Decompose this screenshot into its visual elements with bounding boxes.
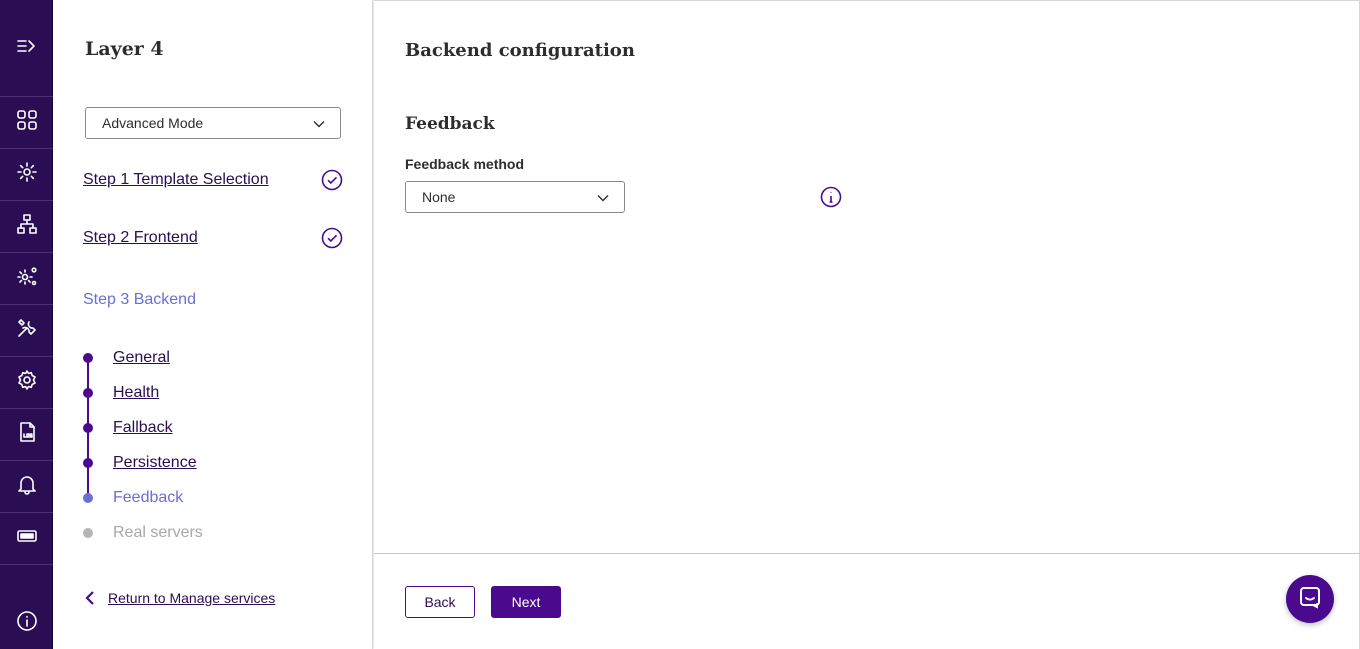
substep-real-servers: Real servers: [83, 523, 203, 543]
dashboard-grid-icon: [16, 109, 38, 136]
return-link-label: Return to Manage services: [108, 590, 276, 606]
substep-persistence[interactable]: Persistence: [83, 453, 197, 473]
step-current-backend: Step 3 Backend: [83, 291, 196, 308]
return-to-manage-services-link[interactable]: Return to Manage services: [83, 590, 275, 606]
system-gears-icon: [16, 265, 38, 292]
icon-rail: [0, 0, 53, 649]
feedback-method-label: Feedback method: [405, 156, 525, 172]
substep-label: General: [113, 349, 170, 366]
info-icon[interactable]: [820, 186, 842, 208]
main-content: Backend configuration Feedback Feedback …: [374, 0, 1360, 649]
expand-menu-button[interactable]: [0, 0, 53, 97]
feedback-method-select[interactable]: None: [405, 181, 625, 213]
substep-dot: [83, 528, 93, 538]
substep-dot: [83, 423, 93, 433]
section-title: Feedback: [405, 114, 495, 134]
rail-notifications-button[interactable]: [0, 461, 53, 513]
rail-system-button[interactable]: [0, 253, 53, 305]
rail-dashboard-button[interactable]: [0, 97, 53, 149]
step-completed-check-icon: [321, 227, 343, 249]
info-icon: [16, 610, 38, 637]
substep-dot: [83, 353, 93, 363]
back-button[interactable]: Back: [405, 586, 475, 618]
settings-gear-icon: [16, 369, 38, 396]
ticket-icon: [16, 525, 38, 552]
chevron-left-icon: [85, 591, 94, 605]
substep-label: Fallback: [113, 419, 173, 436]
log-file-icon: [16, 421, 38, 448]
expand-menu-icon: [16, 35, 38, 62]
substep-health[interactable]: Health: [83, 383, 159, 403]
substep-label: Feedback: [113, 489, 184, 506]
next-button[interactable]: Next: [491, 586, 561, 618]
rail-logs-button[interactable]: [0, 409, 53, 461]
rail-network-button[interactable]: [0, 201, 53, 253]
rail-services-button[interactable]: [0, 149, 53, 201]
chevron-down-icon: [597, 195, 609, 202]
mode-select[interactable]: Advanced Mode: [85, 107, 341, 139]
notifications-bell-icon: [16, 473, 38, 500]
page-title: Backend configuration: [405, 40, 635, 61]
step-link-frontend[interactable]: Step 2 Frontend: [83, 229, 198, 247]
substep-fallback[interactable]: Fallback: [83, 418, 173, 438]
rail-info-button[interactable]: [0, 597, 53, 649]
wizard-title: Layer 4: [85, 38, 164, 60]
tools-icon: [16, 317, 38, 344]
services-gear-icon: [16, 161, 38, 188]
wizard-steps-panel: Layer 4 Advanced Mode Step 1 Template Se…: [53, 0, 373, 649]
step-link-template-selection[interactable]: Step 1 Template Selection: [83, 171, 269, 189]
substep-label: Persistence: [113, 454, 197, 471]
rail-settings-button[interactable]: [0, 357, 53, 409]
feedback-method-value: None: [422, 189, 456, 205]
substep-dot: [83, 458, 93, 468]
step-completed-check-icon: [321, 169, 343, 191]
network-topology-icon: [16, 213, 38, 240]
mode-select-value: Advanced Mode: [102, 115, 204, 131]
substep-label: Health: [113, 384, 160, 401]
chevron-down-icon: [313, 121, 325, 128]
chat-icon: [1298, 585, 1322, 614]
rail-ticket-button[interactable]: [0, 513, 53, 565]
substep-general[interactable]: General: [83, 348, 170, 368]
substep-feedback: Feedback: [83, 488, 183, 508]
substep-dot: [83, 493, 93, 503]
substep-label: Real servers: [113, 524, 203, 541]
chat-support-button[interactable]: [1286, 575, 1334, 623]
footer-divider: [374, 553, 1360, 554]
rail-tools-button[interactable]: [0, 305, 53, 357]
substep-dot: [83, 388, 93, 398]
